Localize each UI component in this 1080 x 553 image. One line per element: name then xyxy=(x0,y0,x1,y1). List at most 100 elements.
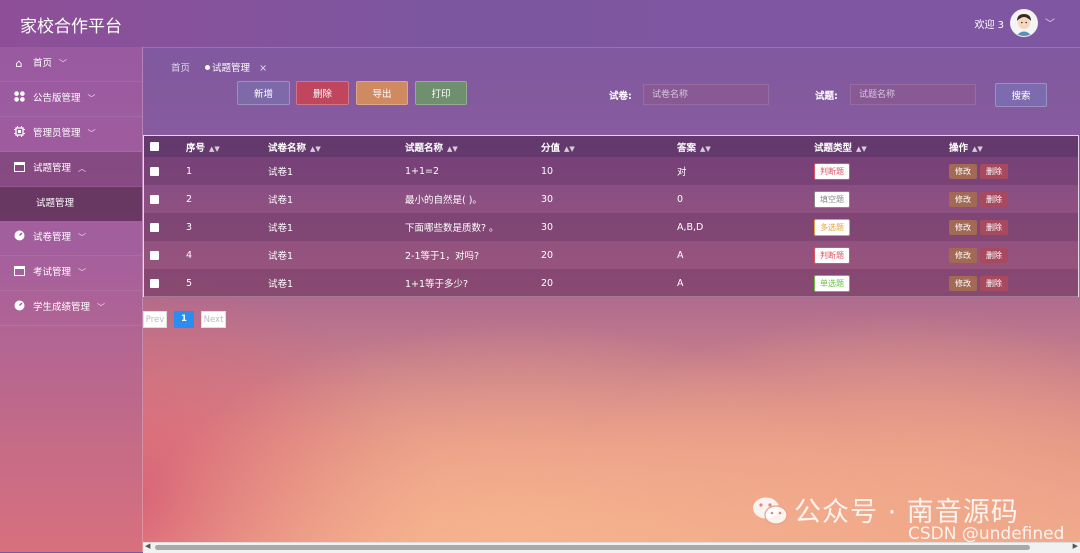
cell-paper: 试卷1 xyxy=(268,223,294,234)
cell-no: 5 xyxy=(186,277,193,289)
chip-icon xyxy=(12,117,26,151)
window-icon xyxy=(12,256,26,290)
cell-score: 30 xyxy=(541,193,554,205)
home-icon: ⌂ xyxy=(15,57,23,70)
chevron-down-icon: ﹀ xyxy=(78,233,87,242)
cell-answer: 0 xyxy=(677,193,684,205)
breadcrumb-home[interactable]: 首页 xyxy=(171,63,190,74)
sidebar-item-label: 管理员管理 xyxy=(33,128,81,139)
active-tab-dot xyxy=(205,65,211,70)
sidebar-item-label: 公告版管理 xyxy=(33,93,81,104)
add-button[interactable]: 新增 xyxy=(237,81,290,105)
edit-button[interactable]: 修改 xyxy=(949,163,977,179)
sidebar-item-home[interactable]: ⌂ 首页 ﹀ xyxy=(0,47,142,82)
edit-button[interactable]: 修改 xyxy=(949,275,977,291)
chevron-down-icon: ﹀ xyxy=(59,59,68,68)
breadcrumb-current[interactable]: 试题管理 xyxy=(212,63,250,74)
horizontal-scrollbar[interactable]: ◀ ▶ xyxy=(143,542,1080,553)
next-page-button[interactable]: Next xyxy=(201,311,226,328)
table-row: 4 试卷1 2-1等于1，对吗? 20 A 判断题 修改 删除 xyxy=(144,241,1078,269)
gauge-icon xyxy=(12,291,26,325)
sidebar-item-papers[interactable]: 试卷管理 ﹀ xyxy=(0,221,142,256)
cell-paper: 试卷1 xyxy=(268,251,294,262)
question-search-label: 试题: xyxy=(815,91,838,102)
avatar[interactable] xyxy=(1010,9,1038,37)
cell-question: 1+1=2 xyxy=(405,165,440,177)
sort-icon: ▲▼ xyxy=(447,144,458,153)
sidebar-item-label: 考试管理 xyxy=(33,267,72,278)
cell-answer: A xyxy=(677,249,684,261)
col-header-question[interactable]: 试题名称 ▲▼ xyxy=(405,136,541,157)
gauge-icon xyxy=(12,221,26,255)
row-checkbox[interactable] xyxy=(150,166,159,176)
sidebar-subitem-question-manage[interactable]: 试题管理 xyxy=(0,187,142,221)
scroll-right-icon[interactable]: ▶ xyxy=(1073,542,1078,550)
export-button[interactable]: 导出 xyxy=(356,81,408,105)
sort-icon: ▲▼ xyxy=(310,144,321,153)
cell-no: 4 xyxy=(186,249,193,261)
csdn-watermark: CSDN @undefined xyxy=(908,524,1065,544)
cell-paper: 试卷1 xyxy=(268,195,294,206)
question-type-badge: 判断题 xyxy=(814,246,850,264)
scroll-left-icon[interactable]: ◀ xyxy=(145,542,150,550)
page-1-button[interactable]: 1 xyxy=(174,311,194,328)
table-row: 3 试卷1 下面哪些数是质数? 。 30 A,B,D 多选题 修改 删除 xyxy=(144,213,1078,241)
col-header-no[interactable]: 序号 ▲▼ xyxy=(186,136,268,157)
sidebar: ⌂ 首页 ﹀ 公告版管理 ﹀ 管理员管理 ﹀ 试题管理 ︿ 试题管理 试卷管理 … xyxy=(0,47,143,552)
edit-button[interactable]: 修改 xyxy=(949,247,977,263)
cell-question: 下面哪些数是质数? 。 xyxy=(405,223,499,234)
col-header-paper[interactable]: 试卷名称 ▲▼ xyxy=(268,136,405,157)
cell-paper: 试卷1 xyxy=(268,167,294,178)
prev-page-button[interactable]: Prev xyxy=(143,311,167,328)
chevron-down-icon: ﹀ xyxy=(78,268,87,277)
edit-button[interactable]: 修改 xyxy=(949,219,977,235)
cell-score: 10 xyxy=(541,165,554,177)
chevron-up-icon: ︿ xyxy=(78,164,87,173)
row-checkbox[interactable] xyxy=(150,250,159,260)
sidebar-item-notice[interactable]: 公告版管理 ﹀ xyxy=(0,82,142,117)
row-checkbox[interactable] xyxy=(150,194,159,204)
sidebar-item-exams[interactable]: 考试管理 ﹀ xyxy=(0,256,142,291)
wechat-icon xyxy=(753,497,788,525)
row-delete-button[interactable]: 删除 xyxy=(980,275,1008,291)
breadcrumb: 首页 试题管理 × xyxy=(171,60,267,74)
sidebar-item-label: 首页 xyxy=(33,58,53,69)
scrollbar-thumb[interactable] xyxy=(155,545,1030,550)
search-button[interactable]: 搜索 xyxy=(995,83,1047,107)
close-icon[interactable]: × xyxy=(259,63,267,74)
sidebar-item-questions[interactable]: 试题管理 ︿ xyxy=(0,152,142,187)
welcome-text: 欢迎 3 xyxy=(974,20,1004,31)
paper-search-label: 试卷: xyxy=(609,91,632,102)
sort-icon: ▲▼ xyxy=(700,144,711,153)
row-delete-button[interactable]: 删除 xyxy=(980,163,1008,179)
sidebar-item-admin[interactable]: 管理员管理 ﹀ xyxy=(0,117,142,152)
row-delete-button[interactable]: 删除 xyxy=(980,191,1008,207)
sidebar-item-label: 学生成绩管理 xyxy=(33,302,91,313)
user-menu-chevron-icon[interactable]: ﹀ xyxy=(1045,15,1055,30)
cell-score: 20 xyxy=(541,249,554,261)
edit-button[interactable]: 修改 xyxy=(949,191,977,207)
question-type-badge: 多选题 xyxy=(814,218,850,236)
question-search-input[interactable] xyxy=(850,84,976,105)
row-delete-button[interactable]: 删除 xyxy=(980,219,1008,235)
table-row: 2 试卷1 最小的自然是( )。 30 0 填空题 修改 删除 xyxy=(144,185,1078,213)
questions-table: 序号 ▲▼ 试卷名称 ▲▼ 试题名称 ▲▼ 分值 ▲▼ 答案 ▲▼ 试题类型 ▲▼ 操作 ▲▼… xyxy=(143,135,1079,297)
chevron-down-icon: ﹀ xyxy=(87,129,96,138)
chevron-down-icon: ﹀ xyxy=(87,94,96,103)
col-header-actions[interactable]: 操作 ▲▼ xyxy=(949,136,1078,157)
row-checkbox[interactable] xyxy=(150,222,159,232)
cell-question: 1+1等于多少? xyxy=(405,279,469,290)
paper-search-input[interactable] xyxy=(643,84,769,105)
col-header-answer[interactable]: 答案 ▲▼ xyxy=(677,136,814,157)
cell-no: 3 xyxy=(186,221,193,233)
col-header-score[interactable]: 分值 ▲▼ xyxy=(541,136,677,157)
delete-button[interactable]: 删除 xyxy=(296,81,349,105)
question-type-badge: 单选题 xyxy=(814,274,850,292)
print-button[interactable]: 打印 xyxy=(415,81,467,105)
col-header-type[interactable]: 试题类型 ▲▼ xyxy=(814,136,949,157)
sidebar-item-label: 试题管理 xyxy=(33,163,72,174)
row-checkbox[interactable] xyxy=(150,278,159,288)
sidebar-item-scores[interactable]: 学生成绩管理 ﹀ xyxy=(0,291,142,326)
select-all-checkbox[interactable] xyxy=(150,142,159,151)
row-delete-button[interactable]: 删除 xyxy=(980,247,1008,263)
